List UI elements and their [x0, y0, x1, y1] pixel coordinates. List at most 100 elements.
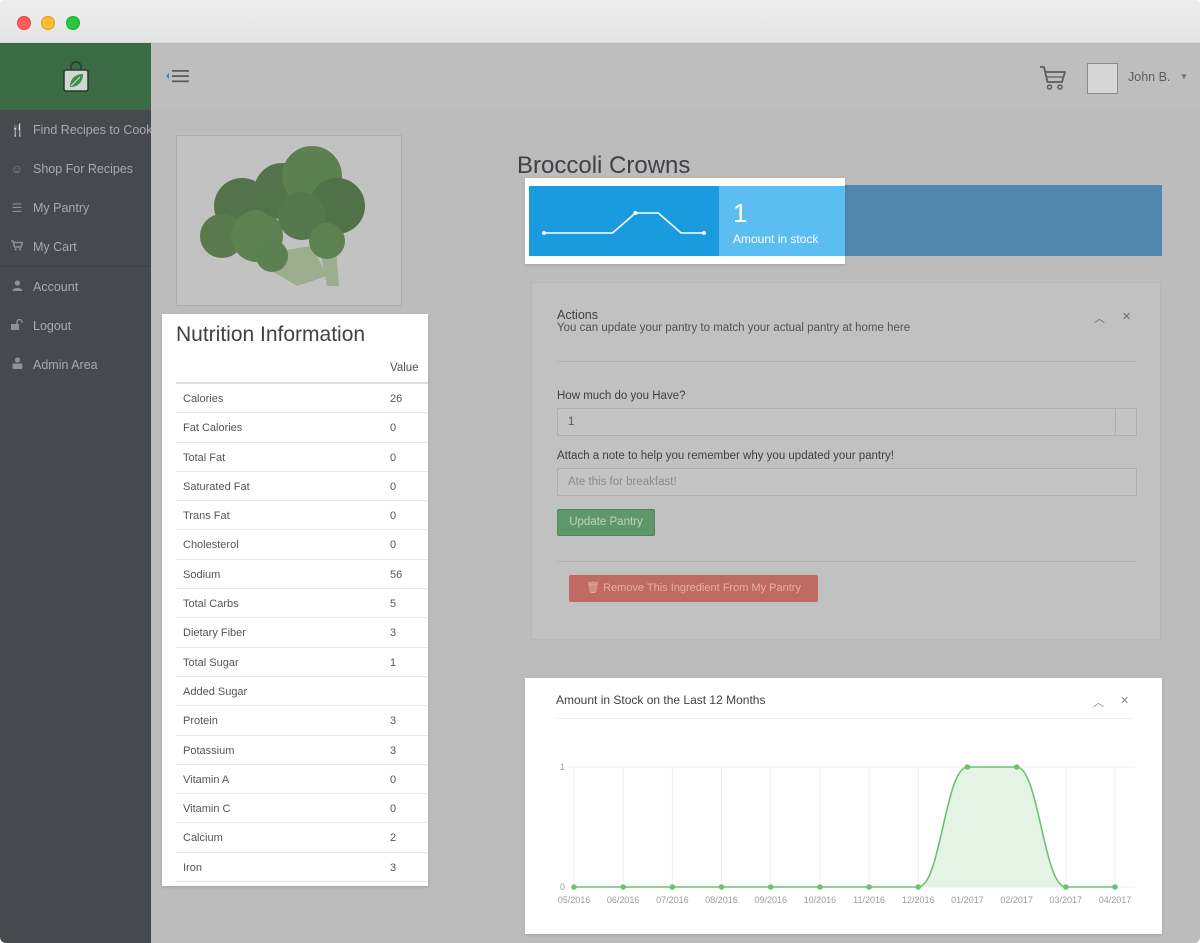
nutrient-name: Fat Calories: [183, 422, 243, 435]
cart-icon: [10, 239, 24, 254]
sidebar-toggle-icon[interactable]: [165, 68, 191, 89]
smile-icon: ☺: [10, 161, 24, 176]
table-row: Total Carbs 5: [176, 589, 428, 619]
sidebar-item-shop-recipes[interactable]: ☺ Shop For Recipes: [0, 149, 151, 188]
nutrient-name: Cholesterol: [183, 539, 239, 552]
table-header: Value: [176, 353, 428, 384]
sidebar-item-logout[interactable]: Logout: [0, 306, 151, 345]
avatar[interactable]: [1087, 63, 1118, 94]
stock-card: 1 Amount in stock: [525, 178, 845, 264]
actions-subtitle: You can update your pantry to match your…: [557, 322, 911, 334]
x-tick-label: 05/2016: [558, 895, 591, 905]
nutrient-name: Vitamin A: [183, 773, 230, 786]
collapse-icon[interactable]: ︿: [1094, 310, 1105, 326]
sparkline-chart: [542, 211, 706, 235]
table-row: Calories 26: [176, 384, 428, 414]
data-point[interactable]: [866, 884, 872, 890]
data-point[interactable]: [669, 884, 676, 890]
data-point[interactable]: [620, 884, 626, 890]
nutrient-value: 0: [390, 480, 397, 493]
minimize-window-button[interactable]: [41, 16, 55, 30]
value-column-header: Value: [390, 362, 419, 374]
stock-history-card: Amount in Stock on the Last 12 Months ︿ …: [525, 678, 1162, 934]
data-point[interactable]: [1112, 884, 1118, 890]
actions-title: Actions: [557, 308, 598, 322]
stock-amount: 1: [733, 198, 748, 228]
quantity-stepper[interactable]: 1: [557, 408, 1137, 436]
sparkline-point: [702, 231, 706, 235]
data-point[interactable]: [817, 884, 823, 890]
table-row: Fat Calories 0: [176, 413, 428, 443]
shopping-cart-icon[interactable]: [1039, 65, 1067, 96]
user-icon: [10, 279, 24, 294]
table-row: Potassium 3: [176, 736, 428, 765]
list-icon: ☰: [11, 200, 23, 215]
data-point[interactable]: [915, 884, 922, 890]
y-tick-label: 1: [560, 762, 565, 772]
amount-label: How much do you Have?: [557, 390, 686, 402]
nutrient-name: Saturated Fat: [183, 480, 250, 493]
stock-amount-label: Amount in stock: [733, 232, 819, 246]
broccoli-image: [200, 146, 365, 286]
nutrient-value: 0: [390, 510, 397, 523]
data-point[interactable]: [767, 884, 774, 890]
remove-ingredient-button[interactable]: 🗑 Remove This Ingredient From My Pantry: [569, 575, 818, 602]
sidebar-item-my-pantry[interactable]: ☰ My Pantry: [0, 188, 151, 227]
sidebar-item-my-cart[interactable]: My Cart: [0, 227, 151, 266]
table-row: Dietary Fiber 3: [176, 618, 428, 648]
nutrient-value: 2: [390, 832, 397, 845]
app-logo[interactable]: [0, 43, 151, 110]
sidebar-item-label: Admin Area: [33, 357, 98, 372]
sidebar-item-find-recipes[interactable]: 🍴 Find Recipes to Cook: [0, 110, 153, 149]
app-window: 🍴 Find Recipes to Cook ☺ Shop For Recipe…: [0, 0, 1200, 943]
sidebar-item-account[interactable]: Account: [0, 267, 151, 306]
table-row: Protein 3: [176, 706, 428, 736]
shopping-bag-leaf-icon: [62, 60, 89, 92]
sidebar-item-label: Shop For Recipes: [33, 161, 134, 176]
nutrient-value: 5: [390, 598, 397, 611]
close-window-button[interactable]: [17, 16, 31, 30]
nutrient-value: 0: [390, 539, 397, 552]
x-tick-label: 08/2016: [705, 895, 738, 905]
sidebar-item-admin[interactable]: Admin Area: [0, 345, 151, 384]
data-point[interactable]: [718, 884, 725, 890]
close-icon[interactable]: ✕: [1122, 310, 1131, 323]
remove-button-label: Remove This Ingredient From My Pantry: [603, 582, 801, 594]
data-point[interactable]: [1063, 884, 1069, 890]
nutrient-name: Trans Fat: [183, 510, 230, 523]
table-row: Cholesterol 0: [176, 530, 428, 560]
data-point[interactable]: [1013, 764, 1020, 770]
nutrient-value: 0: [390, 773, 397, 786]
top-bar: John B. ▼: [151, 43, 1200, 110]
nutrient-value: 0: [390, 422, 397, 435]
nutrient-value: 0: [390, 803, 397, 816]
note-field[interactable]: Ate this for breakfast!: [557, 468, 1137, 496]
data-point[interactable]: [571, 884, 577, 890]
stepper-buttons[interactable]: [1115, 409, 1136, 435]
table-row: Sodium 56: [176, 560, 428, 590]
nutrient-name: Iron: [183, 861, 202, 874]
user-name[interactable]: John B.: [1128, 70, 1170, 84]
nutrient-name: Sodium: [183, 568, 221, 581]
x-tick-label: 10/2016: [804, 895, 837, 905]
sidebar: 🍴 Find Recipes to Cook ☺ Shop For Recipe…: [0, 43, 153, 943]
chevron-down-icon[interactable]: ▼: [1180, 72, 1188, 81]
sidebar-item-label: My Cart: [33, 239, 77, 254]
nutrient-name: Vitamin C: [183, 803, 231, 816]
nutrition-card: Nutrition Information Value Calories 26 Fa…: [162, 314, 428, 886]
maximize-window-button[interactable]: [66, 16, 80, 30]
nutrient-name: Potassium: [183, 744, 235, 757]
sidebar-item-label: Account: [33, 279, 79, 294]
nutrient-name: Protein: [183, 715, 218, 728]
nutrition-title: Nutrition Information: [176, 323, 366, 346]
stock-sparkline: [529, 186, 719, 256]
nutrient-value: 3: [390, 715, 397, 728]
x-tick-label: 02/2017: [1000, 895, 1033, 905]
data-point[interactable]: [964, 764, 971, 770]
sidebar-item-label: Logout: [33, 318, 72, 333]
update-pantry-button[interactable]: Update Pantry: [557, 509, 655, 536]
table-row: Calcium 2: [176, 823, 428, 853]
table-row: Added Sugar: [176, 677, 428, 707]
nutrient-name: Dietary Fiber: [183, 627, 246, 640]
table-row: Trans Fat 0: [176, 501, 428, 531]
